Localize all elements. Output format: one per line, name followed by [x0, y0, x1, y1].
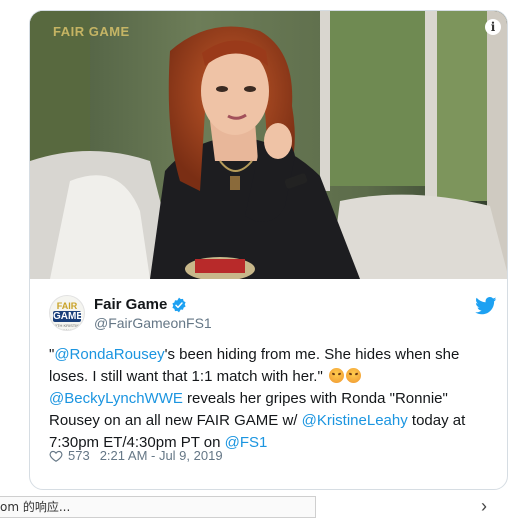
like-count[interactable]: 573: [68, 448, 90, 463]
tweet-text: "@RondaRousey's been hiding from me. She…: [49, 344, 489, 454]
responses-input[interactable]: om 的响应...: [0, 496, 316, 518]
verified-badge-icon: [172, 297, 186, 312]
user-handle[interactable]: @FairGameonFS1: [94, 315, 212, 331]
twitter-bird-icon[interactable]: [475, 297, 497, 315]
avatar-logo-text-top: FAIR: [56, 301, 78, 311]
mention-link[interactable]: @RondaRousey: [54, 346, 164, 363]
mention-link[interactable]: @FS1: [225, 434, 268, 451]
heart-icon[interactable]: [49, 449, 63, 463]
avatar[interactable]: FAIR GAME WITH KRISTINE LEAHY: [49, 295, 85, 331]
mention-link[interactable]: @KristineLeahy: [302, 412, 408, 429]
tweet-media-image[interactable]: FAIR GAME i: [30, 11, 507, 279]
bottom-bar: om 的响应... ›: [0, 496, 524, 520]
tweet-meta: 573 2:21 AM - Jul 9, 2019: [49, 448, 223, 463]
woman-seated-photo: [30, 11, 507, 279]
author-row: FAIR GAME WITH KRISTINE LEAHY Fair Game …: [49, 293, 497, 333]
tweet-timestamp[interactable]: 2:21 AM - Jul 9, 2019: [100, 448, 223, 463]
watermark-logo: FAIR GAME: [53, 24, 130, 39]
name-row: Fair Game: [94, 296, 187, 313]
avatar-logo-text-sub: WITH KRISTINE LEAHY: [52, 323, 82, 331]
info-icon[interactable]: i: [485, 19, 501, 35]
avatar-logo-text-main: GAME: [53, 311, 83, 322]
mention-link[interactable]: @BeckyLynchWWE: [49, 390, 183, 407]
angry-face-emoji-icon: [328, 368, 344, 383]
display-name[interactable]: Fair Game: [94, 296, 167, 313]
chevron-right-icon[interactable]: ›: [481, 497, 487, 515]
angry-face-emoji-icon: [345, 368, 361, 383]
